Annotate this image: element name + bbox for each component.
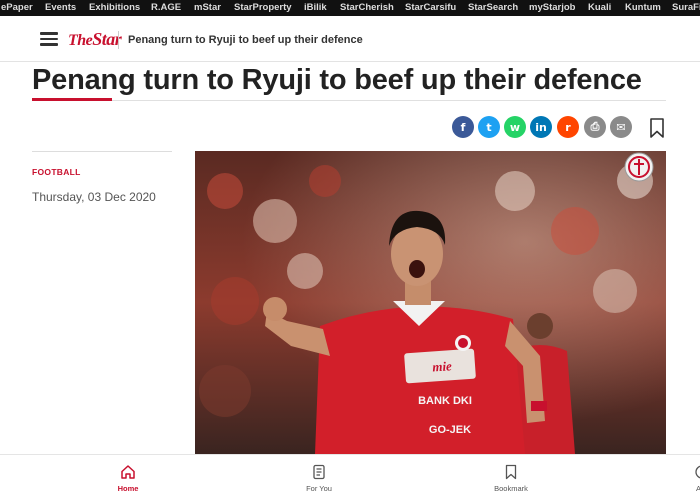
network-link-events[interactable]: Events — [45, 0, 76, 16]
header-article-title: Penang turn to Ryuji to beef up their de… — [128, 34, 363, 46]
network-link-exhibitions[interactable]: Exhibitions — [89, 0, 140, 16]
nav-bookmark-label: Bookmark — [494, 484, 528, 493]
persija-club-logo — [624, 152, 654, 182]
nav-for-you[interactable]: For You — [279, 455, 359, 499]
network-link-starcherish[interactable]: StarCherish — [340, 0, 394, 16]
football-player-photo: mie BANK DKI GO-JEK — [195, 151, 666, 454]
article-category[interactable]: FOOTBALL — [32, 167, 81, 177]
home-icon — [121, 465, 135, 479]
email-icon[interactable]: ✉ — [610, 116, 632, 138]
article-photo: mie BANK DKI GO-JEK — [195, 151, 666, 454]
logo-word: Star — [92, 29, 122, 49]
article-date: Thursday, 03 Dec 2020 — [32, 190, 156, 204]
linkedin-icon[interactable]: in — [530, 116, 552, 138]
nav-audio[interactable]: A — [660, 455, 700, 499]
network-link-epaper[interactable]: ePaper — [1, 0, 33, 16]
jersey-sponsor-bank: BANK DKI — [418, 395, 472, 407]
network-link-starproperty[interactable]: StarProperty — [234, 0, 292, 16]
network-bar: ePaper Events Exhibitions R.AGE mStar St… — [0, 0, 700, 16]
whatsapp-icon[interactable]: w — [504, 116, 526, 138]
network-link-kuntum[interactable]: Kuntum — [625, 0, 661, 16]
headline-divider — [32, 100, 666, 101]
facebook-icon[interactable]: f — [452, 116, 474, 138]
jersey-sponsor-gojek: GO-JEK — [429, 424, 471, 436]
network-link-mystarjob[interactable]: myStarjob — [529, 0, 575, 16]
thestar-logo[interactable]: TheStar — [68, 29, 122, 49]
header-divider — [118, 31, 119, 49]
network-link-rage[interactable]: R.AGE — [151, 0, 181, 16]
audio-icon — [695, 465, 700, 479]
nav-bookmark[interactable]: Bookmark — [471, 455, 551, 499]
network-link-surafi[interactable]: SuraFi — [672, 0, 700, 16]
for-you-icon — [313, 464, 325, 480]
svg-text:mie: mie — [432, 358, 453, 374]
network-link-mstar[interactable]: mStar — [194, 0, 221, 16]
nav-home[interactable]: Home — [88, 455, 168, 499]
print-icon[interactable]: ⎙ — [584, 116, 606, 138]
nav-home-label: Home — [117, 484, 139, 493]
article-headline: Penang turn to Ryuji to beef up their de… — [32, 64, 642, 96]
logo-prefix: The — [68, 32, 93, 49]
nav-for-you-label: For You — [306, 484, 332, 493]
bookmark-article-icon[interactable] — [649, 118, 665, 138]
twitter-icon[interactable]: t — [478, 116, 500, 138]
menu-icon[interactable] — [40, 32, 58, 46]
site-header: TheStar Penang turn to Ryuji to beef up … — [0, 16, 700, 62]
bottom-navigation: Home For You Bookmark A — [0, 454, 700, 499]
reddit-icon[interactable]: r — [557, 116, 579, 138]
meta-divider — [32, 151, 172, 152]
nav-audio-label: A — [696, 484, 700, 493]
network-link-starsearch[interactable]: StarSearch — [468, 0, 518, 16]
headline-accent-bar — [32, 98, 112, 101]
network-link-ibilik[interactable]: iBilik — [304, 0, 327, 16]
bookmark-icon — [505, 464, 517, 480]
network-link-starcarsifu[interactable]: StarCarsifu — [405, 0, 456, 16]
network-link-kuali[interactable]: Kuali — [588, 0, 611, 16]
